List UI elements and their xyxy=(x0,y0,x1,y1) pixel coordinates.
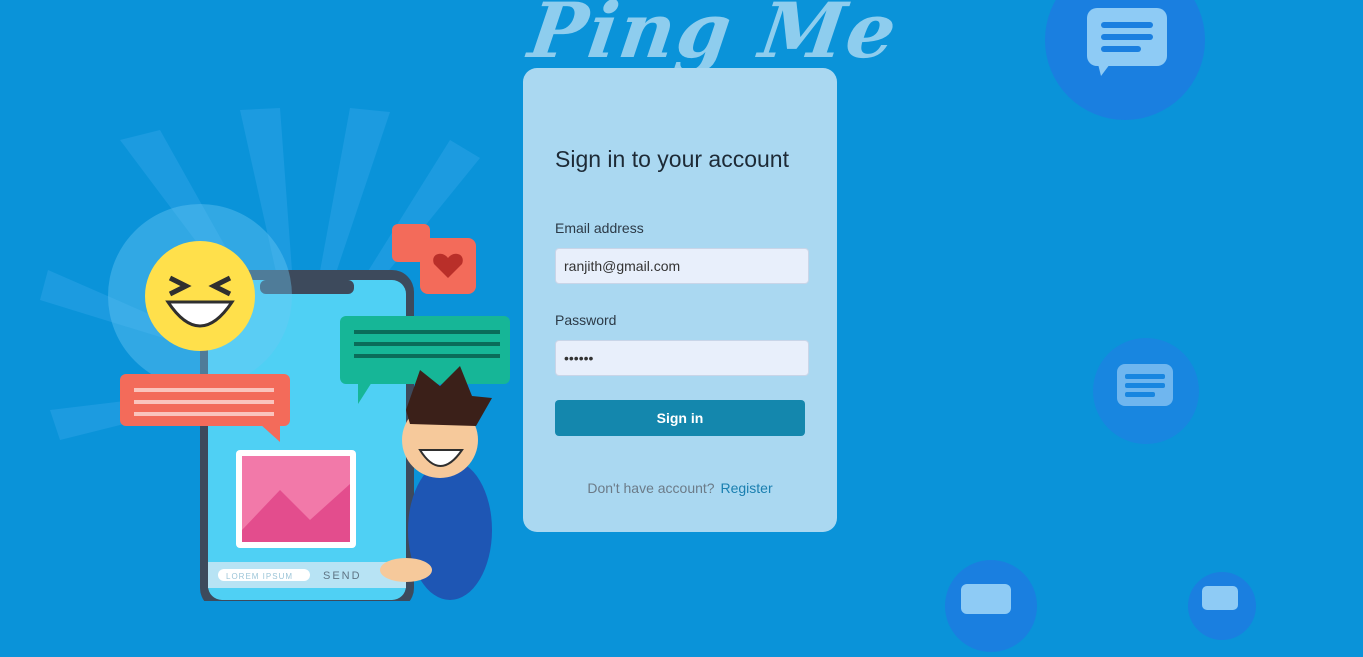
signin-card: Sign in to your account Email address Pa… xyxy=(523,68,837,532)
message-bubble-icon xyxy=(1045,0,1205,120)
signin-button[interactable]: Sign in xyxy=(555,400,805,436)
register-prompt: Don't have account? Register xyxy=(523,480,837,496)
email-field[interactable] xyxy=(555,248,809,284)
register-link[interactable]: Register xyxy=(720,480,772,496)
phone-input-placeholder: LOREM IPSUM xyxy=(226,572,294,581)
password-label: Password xyxy=(555,312,617,328)
message-bubble-icon xyxy=(1093,338,1199,444)
email-label: Email address xyxy=(555,220,644,236)
chat-illustration xyxy=(108,204,510,601)
no-account-text: Don't have account? xyxy=(587,480,715,496)
message-bubble-icon xyxy=(1188,572,1256,640)
phone-send-label: SEND xyxy=(323,570,362,582)
password-field[interactable] xyxy=(555,340,809,376)
signin-title: Sign in to your account xyxy=(555,146,789,172)
message-bubble-icon xyxy=(945,560,1037,652)
app-logo: Ping Me xyxy=(523,0,904,75)
